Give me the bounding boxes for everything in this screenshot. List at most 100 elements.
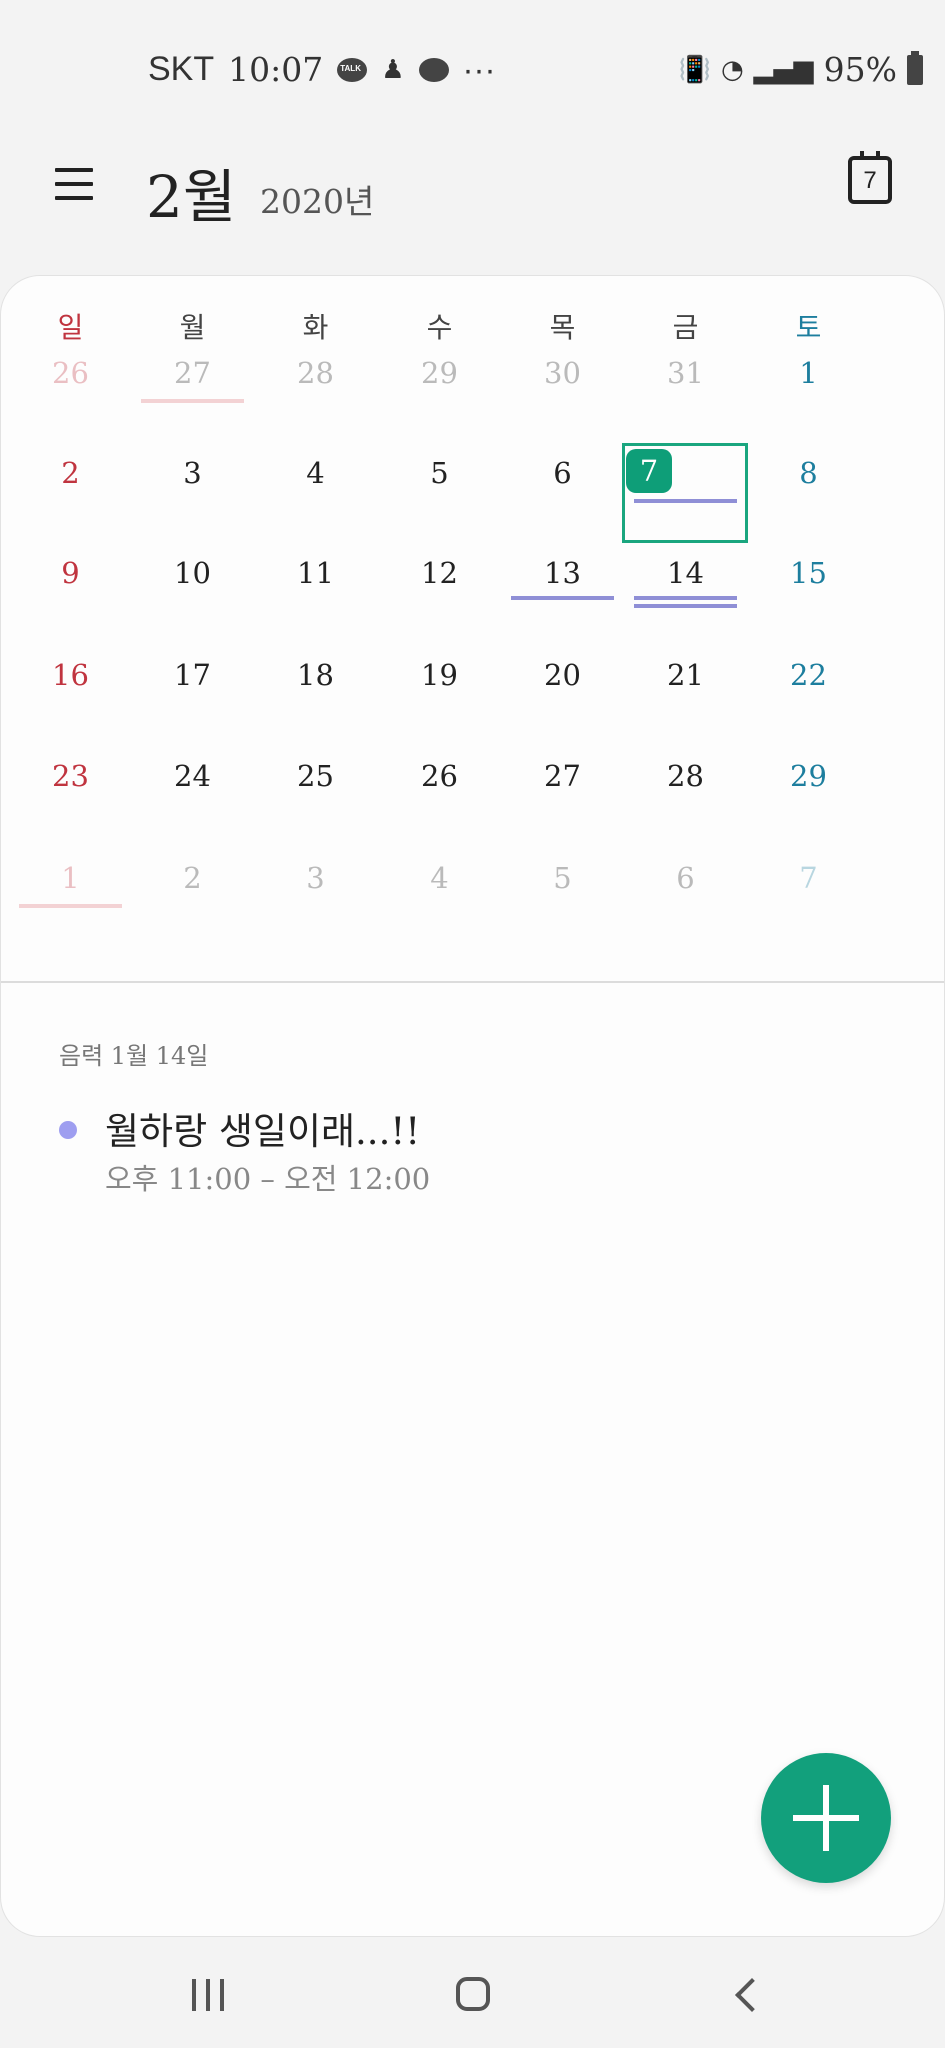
day-cell[interactable]: 8: [747, 446, 870, 547]
day-cell[interactable]: 30: [501, 346, 624, 447]
weekday-label: 목: [549, 311, 576, 344]
day-cell[interactable]: 6: [624, 851, 747, 952]
day-number: 21: [667, 658, 704, 692]
day-cell[interactable]: 19: [378, 648, 501, 749]
day-number: 13: [544, 556, 581, 590]
day-number: 4: [306, 456, 325, 490]
weekday-label: 토: [795, 311, 822, 344]
day-number: 12: [421, 556, 458, 590]
event-title: 월하랑 생일이래...!!: [105, 1110, 421, 1153]
battery-percent: 95%: [823, 50, 897, 89]
notification-icon: ♟: [381, 54, 405, 85]
day-cell[interactable]: 3: [254, 851, 377, 952]
day-cell[interactable]: 13: [501, 546, 624, 647]
day-cell[interactable]: 21: [624, 648, 747, 749]
day-cell[interactable]: 28: [254, 346, 377, 447]
day-cell[interactable]: 1: [747, 346, 870, 447]
weekday-label: 수: [426, 311, 453, 344]
recent-apps-button[interactable]: [192, 1979, 226, 2011]
day-cell[interactable]: 7: [747, 851, 870, 952]
day-cell[interactable]: 20: [501, 648, 624, 749]
day-cell[interactable]: 12: [378, 546, 501, 647]
home-button[interactable]: [456, 1977, 490, 2011]
day-number: 28: [667, 759, 704, 793]
back-button[interactable]: [728, 1977, 764, 2017]
signal-icon: ▂▄▆: [753, 54, 814, 85]
day-cell[interactable]: 15: [747, 546, 870, 647]
year-label: 2020년: [260, 182, 375, 221]
day-number: 10: [174, 556, 211, 590]
event-item[interactable]: 월하랑 생일이래...!! 오후 11:00 – 오전 12:00: [53, 1101, 653, 1201]
menu-button[interactable]: [55, 168, 93, 204]
day-cell[interactable]: 22: [747, 648, 870, 749]
carrier-label: SKT: [148, 50, 215, 88]
day-number: 29: [421, 356, 458, 390]
day-cell[interactable]: 26: [9, 346, 132, 447]
day-cell[interactable]: 27: [501, 749, 624, 850]
day-number: 27: [544, 759, 581, 793]
holiday-marker: [19, 904, 122, 908]
system-nav-bar: [0, 1937, 945, 2048]
wifi-icon: ◔: [720, 54, 744, 85]
day-cell[interactable]: 26: [378, 749, 501, 850]
day-number: 29: [790, 759, 827, 793]
day-cell[interactable]: 10: [131, 546, 254, 647]
day-number: 26: [52, 356, 89, 390]
weekday-label: 금: [672, 311, 699, 344]
month-title[interactable]: 2월: [146, 150, 236, 234]
day-number: 11: [297, 556, 334, 590]
day-number: 20: [544, 658, 581, 692]
event-marker: [511, 596, 614, 600]
day-cell[interactable]: 4: [378, 851, 501, 952]
day-cell[interactable]: 29: [747, 749, 870, 850]
app-header: 2월 2020년 7: [0, 140, 945, 250]
day-cell[interactable]: 5: [501, 851, 624, 952]
holiday-marker: [141, 399, 244, 403]
day-number: 26: [421, 759, 458, 793]
day-number: 5: [430, 456, 449, 490]
day-number: 2: [183, 861, 202, 895]
day-cell[interactable]: 2: [9, 446, 132, 547]
weekday-label: 화: [302, 311, 329, 344]
day-cell[interactable]: 29: [378, 346, 501, 447]
day-cell[interactable]: 77: [622, 443, 748, 547]
day-number: 31: [667, 356, 704, 390]
day-number: 15: [790, 556, 827, 590]
day-cell[interactable]: 31: [624, 346, 747, 447]
add-event-button[interactable]: [761, 1753, 891, 1883]
day-cell[interactable]: 27: [131, 346, 254, 447]
day-number: 2: [61, 456, 80, 490]
menu-icon: [55, 168, 93, 172]
event-marker: [634, 499, 737, 503]
day-cell[interactable]: 17: [131, 648, 254, 749]
day-number: 28: [297, 356, 334, 390]
day-cell[interactable]: 24: [131, 749, 254, 850]
day-cell[interactable]: 18: [254, 648, 377, 749]
day-number: 16: [52, 658, 89, 692]
day-cell[interactable]: 23: [9, 749, 132, 850]
day-cell[interactable]: 4: [254, 446, 377, 547]
day-number: 24: [174, 759, 211, 793]
day-cell[interactable]: 9: [9, 546, 132, 647]
divider: [1, 981, 944, 983]
today-button[interactable]: 7: [848, 151, 892, 204]
calendar-card: 일월화수목금토 26272829303112345677891011121314…: [0, 275, 945, 1937]
day-cell[interactable]: 5: [378, 446, 501, 547]
day-number: 3: [183, 456, 202, 490]
clock: 10:07: [228, 50, 324, 89]
day-cell[interactable]: 3: [131, 446, 254, 547]
kakaotalk-icon: [337, 57, 368, 82]
day-cell[interactable]: 6: [501, 446, 624, 547]
calendar-icon: 7: [863, 167, 877, 194]
day-number: 30: [544, 356, 581, 390]
day-number: 8: [799, 456, 818, 490]
day-cell[interactable]: 1: [9, 851, 132, 952]
day-cell[interactable]: 11: [254, 546, 377, 647]
day-number: 27: [174, 356, 211, 390]
day-cell[interactable]: 16: [9, 648, 132, 749]
day-cell[interactable]: 14: [624, 546, 747, 647]
day-cell[interactable]: 25: [254, 749, 377, 850]
day-cell[interactable]: 2: [131, 851, 254, 952]
day-cell[interactable]: 28: [624, 749, 747, 850]
day-number: 9: [61, 556, 80, 590]
